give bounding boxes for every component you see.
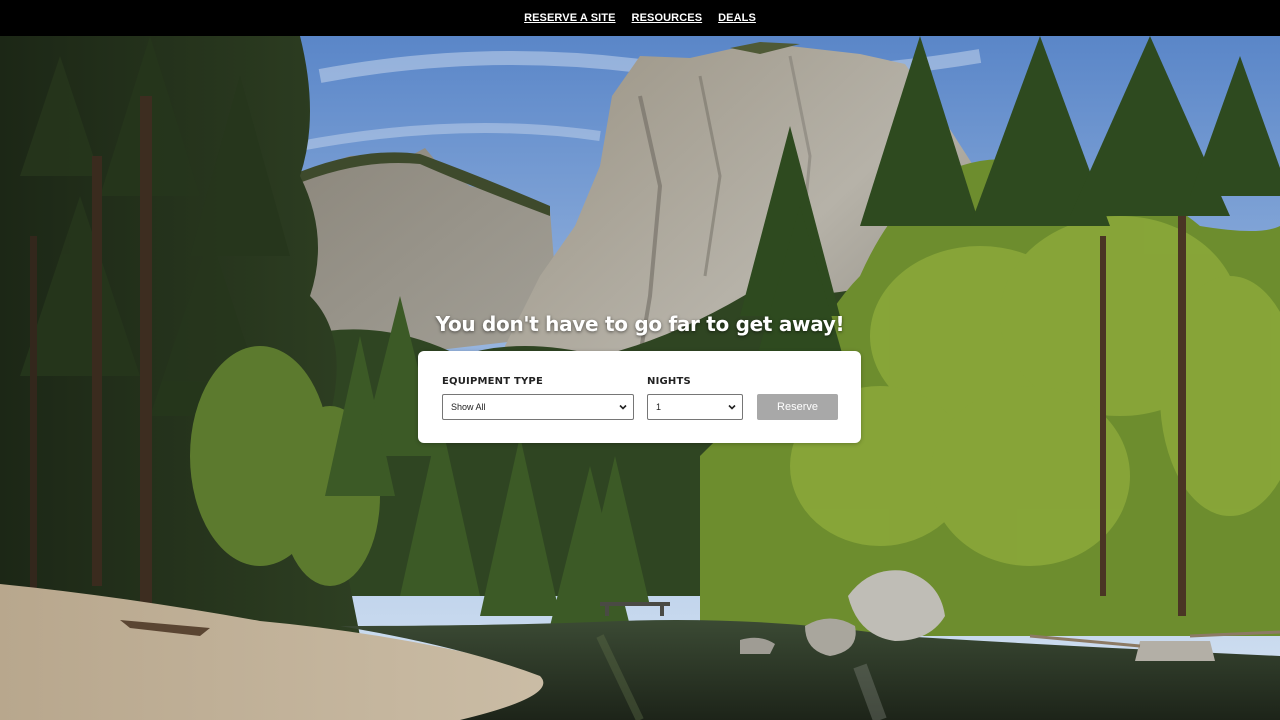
nav-reserve-a-site[interactable]: RESERVE A SITE — [524, 12, 615, 24]
nav-resources[interactable]: RESOURCES — [632, 12, 703, 24]
nav-deals[interactable]: DEALS — [718, 12, 756, 24]
equipment-type-label: EQUIPMENT TYPE — [442, 376, 543, 387]
hero-headline: You don't have to go far to get away! — [435, 312, 845, 336]
nights-value: 1 — [656, 402, 662, 412]
chevron-down-icon — [728, 404, 736, 410]
top-nav: RESERVE A SITE RESOURCES DEALS — [0, 0, 1280, 36]
equipment-type-value: Show All — [451, 402, 486, 412]
equipment-type-select[interactable]: Show All — [442, 394, 634, 420]
nights-label: NIGHTS — [647, 376, 691, 387]
reservation-form-card: EQUIPMENT TYPE Show All NIGHTS 1 Reserve — [418, 351, 861, 443]
nights-select[interactable]: 1 — [647, 394, 743, 420]
reserve-button[interactable]: Reserve — [757, 394, 838, 420]
chevron-down-icon — [619, 404, 627, 410]
